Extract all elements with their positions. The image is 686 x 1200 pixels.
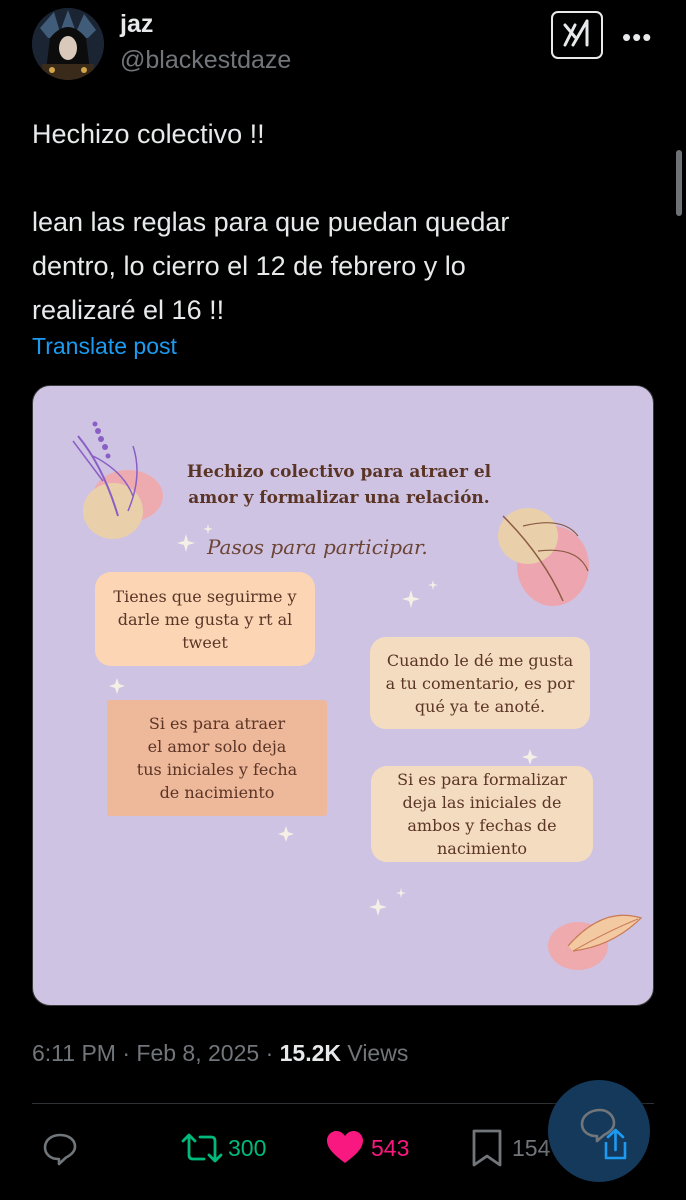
retweet-icon (181, 1133, 223, 1163)
meta-separator: · (265, 1040, 274, 1066)
grok-icon (563, 19, 589, 47)
bookmark-count: 154 (512, 1134, 551, 1161)
grok-button[interactable] (551, 11, 603, 59)
tweet-text: Hechizo colectivo !! lean las reglas par… (32, 119, 510, 325)
views-label: Views (347, 1040, 409, 1066)
reply-share-icon (580, 1108, 627, 1160)
bookmark-button[interactable]: 154 (470, 1126, 550, 1170)
post-time[interactable]: 6:11 PM (32, 1040, 116, 1066)
meta-separator: · (122, 1040, 131, 1066)
floating-reply-button[interactable] (548, 1080, 650, 1182)
rule-text: Tienes que seguirme y darle me gusta y r… (113, 586, 297, 652)
media-title: Hechizo colectivo para atraer el amor y … (186, 462, 492, 508)
translate-post-link[interactable]: Translate post (32, 333, 177, 360)
post-date[interactable]: Feb 8, 2025 (136, 1040, 259, 1066)
reply-button[interactable] (40, 1126, 80, 1170)
scrollbar[interactable] (676, 150, 682, 216)
display-name[interactable]: jaz (120, 10, 153, 39)
rule-card: Tienes que seguirme y darle me gusta y r… (95, 572, 315, 666)
bookmark-icon (472, 1129, 502, 1167)
heart-filled-icon (327, 1131, 363, 1163)
reply-icon (43, 1133, 77, 1166)
rule-card: Si es para formalizar deja las iniciales… (371, 766, 593, 862)
media-subtitle: Pasos para participar. (207, 535, 428, 559)
views-count: 15.2K (279, 1040, 341, 1066)
rule-card: Cuando le dé me gusta a tu comentario, e… (370, 637, 590, 729)
rule-text: Si es para atraer el amor solo deja tus … (136, 714, 298, 802)
rule-card: Si es para atraer el amor solo deja tus … (107, 700, 327, 816)
avatar[interactable] (32, 8, 104, 80)
like-count: 543 (371, 1134, 410, 1161)
more-horizontal-icon: ••• (622, 22, 653, 52)
user-handle[interactable]: @blackestdaze (120, 46, 291, 75)
retweet-count: 300 (228, 1134, 267, 1161)
like-button[interactable]: 543 (325, 1126, 409, 1170)
rule-text: Cuando le dé me gusta a tu comentario, e… (385, 650, 575, 716)
rule-text: Si es para formalizar deja las iniciales… (397, 770, 567, 858)
retweet-button[interactable]: 300 (180, 1126, 266, 1170)
tweet-meta: 6:11 PM · Feb 8, 2025 · 15.2K Views (32, 1040, 408, 1067)
more-options-button[interactable]: ••• (622, 22, 652, 53)
